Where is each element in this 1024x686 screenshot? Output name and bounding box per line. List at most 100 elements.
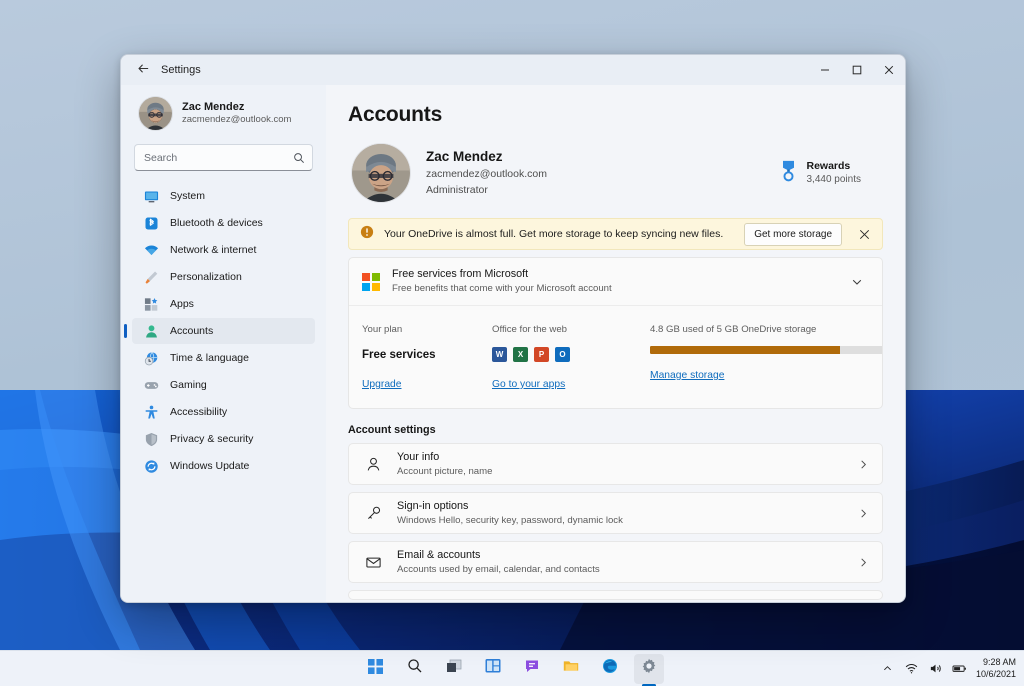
- account-role: Administrator: [426, 183, 488, 196]
- key-icon: [364, 505, 383, 522]
- setting-row-your-info[interactable]: Your info Account picture, name: [348, 443, 883, 486]
- search-input[interactable]: [134, 144, 313, 171]
- go-to-your-apps-link[interactable]: Go to your apps: [492, 379, 565, 390]
- file-explorer-button[interactable]: [556, 654, 586, 684]
- account-settings-title: Account settings: [348, 424, 436, 437]
- chevron-down-icon[interactable]: [846, 271, 868, 293]
- setting-row-email-accounts[interactable]: Email & accounts Accounts used by email,…: [348, 541, 883, 584]
- free-services-body: Your plan Free services Upgrade Office f…: [349, 306, 882, 408]
- storage-progress-bar: [650, 346, 882, 355]
- search-button[interactable]: [400, 654, 430, 684]
- chat-icon: [524, 658, 540, 679]
- manage-storage-link[interactable]: Manage storage: [650, 370, 724, 381]
- sidebar-nav: System Bluetooth & devices Network & int…: [132, 183, 315, 479]
- apps-icon: [143, 296, 159, 312]
- chevron-right-icon: [858, 459, 869, 470]
- sidebar-item-label: System: [170, 190, 206, 202]
- sidebar-item-privacy-security[interactable]: Privacy & security: [132, 426, 315, 452]
- widgets-icon: [485, 658, 501, 679]
- free-services-card: Free services from Microsoft Free benefi…: [348, 257, 883, 410]
- close-button[interactable]: [873, 55, 905, 85]
- free-services-header[interactable]: Free services from Microsoft Free benefi…: [349, 258, 882, 307]
- sidebar-item-system[interactable]: System: [132, 183, 315, 209]
- sidebar-item-personalization[interactable]: Personalization: [132, 264, 315, 290]
- sidebar-item-time-language[interactable]: Time & language: [132, 345, 315, 371]
- setting-row-title: Email & accounts: [397, 549, 481, 562]
- get-more-storage-button[interactable]: Get more storage: [744, 222, 842, 246]
- free-services-title: Free services from Microsoft: [392, 268, 529, 280]
- plan-value: Free services: [362, 348, 436, 361]
- sidebar-item-label: Privacy & security: [170, 433, 254, 445]
- account-name: Zac Mendez: [426, 149, 503, 165]
- office-label: Office for the web: [492, 324, 568, 336]
- sidebar-profile-email: zacmendez@outlook.com: [182, 114, 292, 126]
- window-body: Zac Mendez zacmendez@outlook.com Search …: [121, 85, 905, 602]
- task-view-icon: [446, 658, 462, 679]
- search-box: [134, 144, 313, 171]
- plan-column: Your plan Free services Upgrade: [362, 324, 492, 392]
- chat-button[interactable]: [517, 654, 547, 684]
- update-icon: [143, 458, 159, 474]
- sidebar-item-accessibility[interactable]: Accessibility: [132, 399, 315, 425]
- storage-progress-fill: [650, 346, 840, 355]
- accessibility-icon: [143, 404, 159, 420]
- folder-icon: [563, 658, 579, 679]
- system-tray: 9:28 AM 10/6/2021: [880, 651, 1016, 686]
- account-hero-text: Zac Mendez zacmendez@outlook.com Adminis…: [426, 147, 547, 198]
- free-services-titles: Free services from Microsoft Free benefi…: [392, 267, 612, 296]
- sidebar-item-apps[interactable]: Apps: [132, 291, 315, 317]
- sidebar-item-label: Apps: [170, 298, 194, 310]
- warning-icon: [360, 225, 374, 244]
- rewards-label: Rewards: [806, 159, 851, 172]
- clock-time: 9:28 AM: [982, 657, 1016, 668]
- excel-icon[interactable]: X: [513, 347, 528, 363]
- powerpoint-icon[interactable]: P: [534, 347, 549, 363]
- sidebar-profile-text: Zac Mendez zacmendez@outlook.com: [182, 100, 291, 127]
- setting-row-sign-in-options[interactable]: Sign-in options Windows Hello, security …: [348, 492, 883, 535]
- onedrive-warning-banner: Your OneDrive is almost full. Get more s…: [348, 218, 883, 250]
- task-view-button[interactable]: [439, 654, 469, 684]
- account-hero: Zac Mendez zacmendez@outlook.com Adminis…: [348, 144, 883, 218]
- setting-row-subtitle: Accounts used by email, calendar, and co…: [397, 563, 600, 575]
- title-bar: Settings: [121, 55, 905, 85]
- person-icon: [143, 323, 159, 339]
- back-arrow-icon: [137, 62, 150, 78]
- dismiss-warning-button[interactable]: [852, 222, 876, 246]
- minimize-button[interactable]: [809, 55, 841, 85]
- sidebar-item-gaming[interactable]: Gaming: [132, 372, 315, 398]
- main-content: Accounts Zac Mendez zacmendez@outlook.co…: [326, 85, 905, 602]
- sidebar-item-bluetooth-devices[interactable]: Bluetooth & devices: [132, 210, 315, 236]
- maximize-button[interactable]: [841, 55, 873, 85]
- sidebar-item-accounts[interactable]: Accounts: [132, 318, 315, 344]
- clock-date: 10/6/2021: [975, 668, 1016, 679]
- search-icon[interactable]: [293, 152, 305, 164]
- edge-icon: [602, 658, 618, 679]
- edge-button[interactable]: [595, 654, 625, 684]
- gamepad-icon: [143, 377, 159, 393]
- outlook-icon[interactable]: O: [555, 347, 570, 363]
- rewards-widget[interactable]: Rewards 3,440 points: [779, 159, 878, 188]
- battery-icon[interactable]: [952, 661, 967, 676]
- chevron-up-icon[interactable]: [880, 661, 895, 676]
- envelope-icon: [364, 554, 383, 571]
- word-icon[interactable]: W: [492, 347, 507, 363]
- widgets-button[interactable]: [478, 654, 508, 684]
- sidebar-profile[interactable]: Zac Mendez zacmendez@outlook.com: [132, 85, 315, 144]
- setting-row-subtitle: Windows Hello, security key, password, d…: [397, 514, 623, 526]
- monitor-icon: [143, 188, 159, 204]
- wifi-icon[interactable]: [904, 661, 919, 676]
- setting-row-text: Sign-in options Windows Hello, security …: [397, 499, 623, 527]
- back-button[interactable]: [129, 57, 157, 83]
- volume-icon[interactable]: [928, 661, 943, 676]
- microsoft-logo-icon: [362, 272, 380, 291]
- setting-row-partial[interactable]: [348, 590, 883, 601]
- settings-button[interactable]: [633, 653, 664, 684]
- sidebar-item-windows-update[interactable]: Windows Update: [132, 453, 315, 479]
- avatar: [352, 144, 410, 202]
- clock[interactable]: 9:28 AM 10/6/2021: [976, 657, 1016, 680]
- medal-icon: [779, 160, 798, 187]
- sidebar-item-network-internet[interactable]: Network & internet: [132, 237, 315, 263]
- upgrade-link[interactable]: Upgrade: [362, 379, 402, 390]
- start-button[interactable]: [361, 654, 391, 684]
- setting-row-title: Sign-in options: [397, 500, 469, 513]
